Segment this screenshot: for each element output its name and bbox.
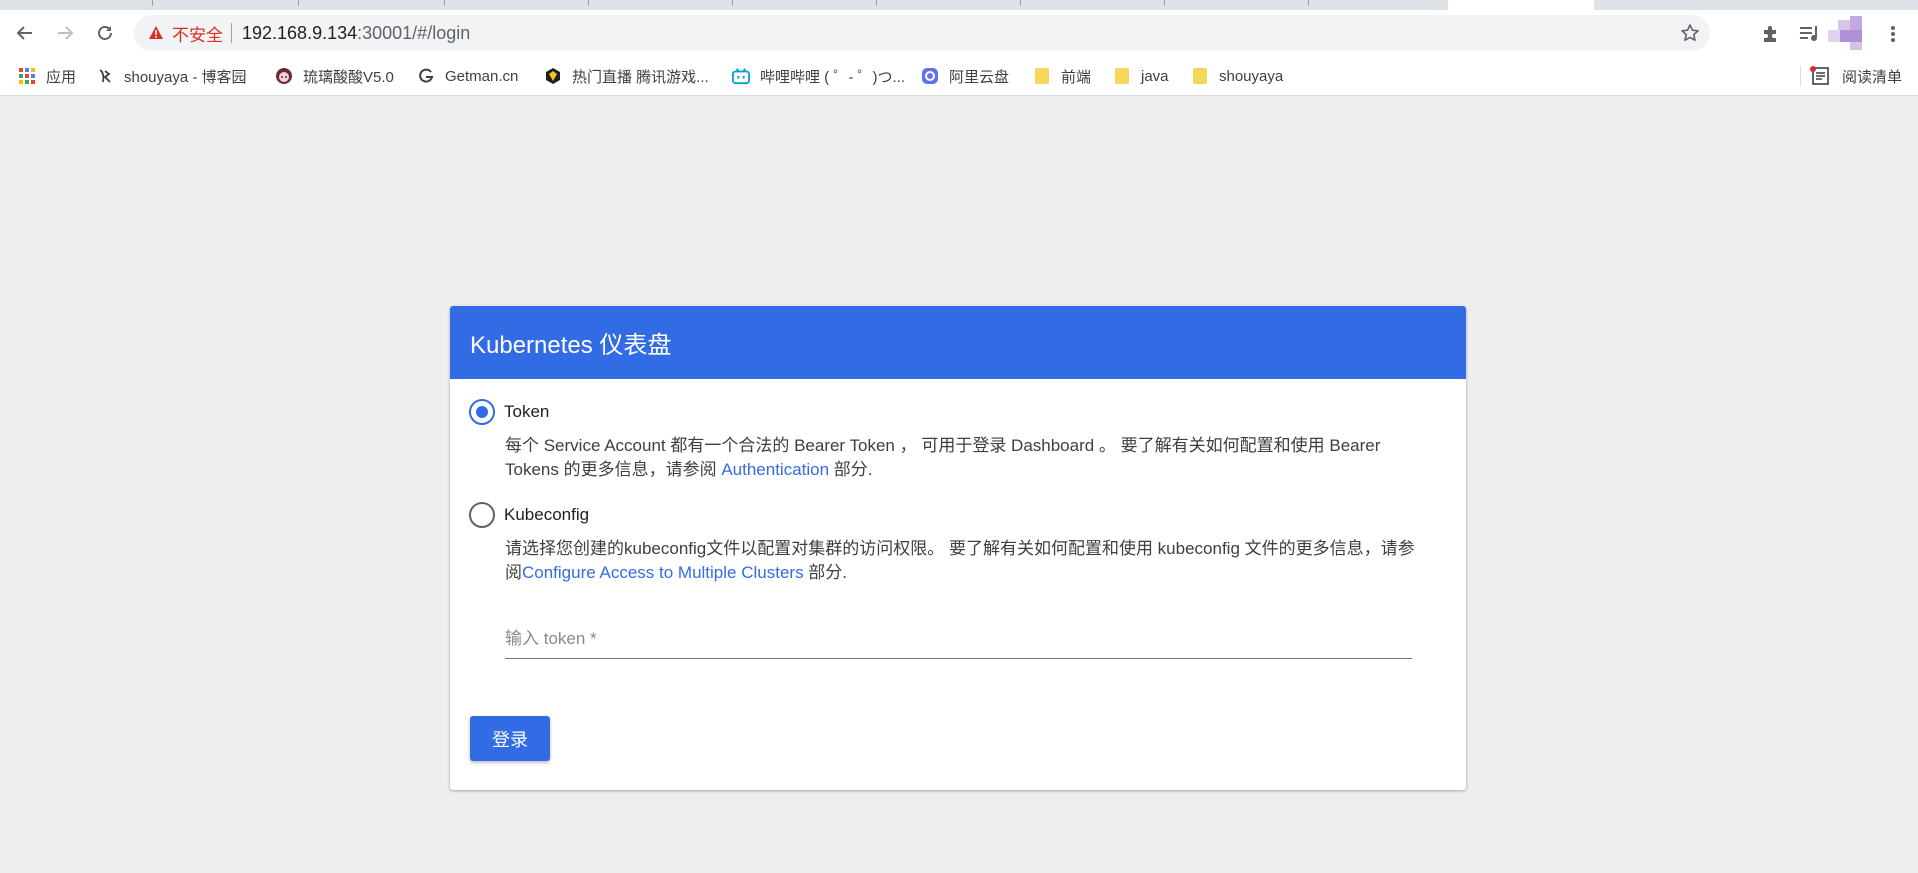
tab-separator xyxy=(876,0,877,6)
bookmark-label: shouyaya - 博客园 xyxy=(124,68,247,86)
bookmark-apps[interactable]: 应用 xyxy=(18,65,76,87)
back-arrow-icon xyxy=(16,26,32,40)
aliyun-drive-icon xyxy=(921,67,939,85)
token-input[interactable] xyxy=(505,621,1412,657)
forward-arrow-icon xyxy=(58,26,74,40)
bookmark-cnblogs[interactable]: shouyaya - 博客园 xyxy=(96,65,247,87)
bookmark-label: 琉璃酸酸V5.0 xyxy=(303,68,394,86)
tab-separator xyxy=(298,0,299,6)
token-description: 每个 Service Account 都有一个合法的 Bearer Token … xyxy=(505,434,1425,482)
tab-separator xyxy=(732,0,733,6)
tab-separator xyxy=(588,0,589,6)
login-card: Kubernetes 仪表盘 Token 每个 Service Account … xyxy=(450,306,1466,790)
reading-list-label: 阅读清单 xyxy=(1842,68,1903,86)
bookmark-getman[interactable]: Getman.cn xyxy=(417,65,518,87)
configure-access-link[interactable]: Configure Access to Multiple Clusters xyxy=(522,563,804,582)
bookmark-label: 阿里云盘 xyxy=(949,68,1010,86)
back-button[interactable] xyxy=(10,18,40,48)
browser-toolbar: 不安全 192.168.9.134:30001/#/login xyxy=(0,10,1918,56)
token-option-label: Token xyxy=(504,402,550,421)
kubeconfig-option-label: Kubeconfig xyxy=(504,505,590,524)
page-title: Kubernetes 仪表盘 xyxy=(470,332,672,359)
tab-separator xyxy=(1164,0,1165,6)
bookmark-bilibili[interactable]: 哔哩哔哩 ( ゜- ゜)つ... xyxy=(732,65,905,87)
bookmark-label: 哔哩哔哩 ( ゜- ゜)つ... xyxy=(760,68,905,86)
bilibili-icon xyxy=(732,67,750,85)
bookmarks-bar: 应用 shouyaya - 博客园 琉璃酸酸V5.0 Getman.cn 热门直… xyxy=(0,56,1918,96)
folder-icon xyxy=(1033,67,1051,85)
kubeconfig-description-suffix: 部分. xyxy=(803,563,848,582)
token-radio[interactable] xyxy=(469,399,495,425)
menu-kebab-icon[interactable] xyxy=(1882,23,1904,45)
address-divider xyxy=(231,23,232,43)
authentication-link[interactable]: Authentication xyxy=(721,460,829,479)
card-header: Kubernetes 仪表盘 xyxy=(450,306,1466,379)
warning-icon xyxy=(148,25,164,41)
reload-icon xyxy=(98,26,112,40)
address-bar[interactable]: 不安全 192.168.9.134:30001/#/login xyxy=(134,15,1710,51)
bookmark-label: java xyxy=(1141,67,1169,85)
tencent-game-icon xyxy=(544,67,562,85)
bookmark-label: 热门直播 腾讯游戏... xyxy=(572,68,709,86)
folder-icon xyxy=(1191,67,1209,85)
media-control-icon[interactable] xyxy=(1799,23,1821,45)
tab-separator xyxy=(1020,0,1021,6)
url-path: :30001/#/login xyxy=(357,22,471,43)
bookmark-tencent-live[interactable]: 热门直播 腾讯游戏... xyxy=(544,65,709,87)
url-host: 192.168.9.134 xyxy=(242,22,358,43)
tab-separator xyxy=(444,0,445,6)
bookmark-label: 前端 xyxy=(1061,68,1092,86)
token-description-text: 每个 Service Account 都有一个合法的 Bearer Token … xyxy=(505,436,1381,479)
token-option[interactable]: Token xyxy=(469,399,549,425)
anime-avatar-icon xyxy=(275,67,293,85)
bookmark-aliyun-drive[interactable]: 阿里云盘 xyxy=(921,65,1009,87)
bookmark-label: 应用 xyxy=(46,68,77,86)
token-field[interactable] xyxy=(505,621,1412,659)
bookmark-liulisuansuan[interactable]: 琉璃酸酸V5.0 xyxy=(275,65,394,87)
bookmark-star-icon[interactable] xyxy=(1680,23,1700,43)
bookmark-folder-java[interactable]: java xyxy=(1113,65,1169,87)
forward-button[interactable] xyxy=(50,18,80,48)
bookmark-folder-frontend[interactable]: 前端 xyxy=(1033,65,1091,87)
bookmark-folder-shouyaya[interactable]: shouyaya xyxy=(1191,65,1283,87)
apps-grid-icon xyxy=(18,67,36,85)
bookmarks-divider xyxy=(1800,66,1801,86)
tab-separator xyxy=(1308,0,1309,6)
g-letter-icon xyxy=(417,67,435,85)
kubeconfig-description: 请选择您创建的kubeconfig文件以配置对集群的访问权限。 要了解有关如何配… xyxy=(505,537,1425,585)
reading-list-button[interactable]: 阅读清单 xyxy=(1810,65,1902,87)
reading-list-icon xyxy=(1810,66,1830,86)
kubeconfig-radio[interactable] xyxy=(469,502,495,528)
security-label[interactable]: 不安全 xyxy=(172,21,223,46)
folder-icon xyxy=(1113,67,1131,85)
kubeconfig-option[interactable]: Kubeconfig xyxy=(469,502,589,528)
reload-button[interactable] xyxy=(90,18,120,48)
token-description-suffix: 部分. xyxy=(829,460,873,479)
active-tab[interactable] xyxy=(1448,0,1594,10)
profile-avatar[interactable] xyxy=(1828,16,1872,50)
bookmark-label: Getman.cn xyxy=(445,67,519,85)
tab-separator xyxy=(152,0,153,6)
bookmark-label: shouyaya xyxy=(1219,67,1284,85)
cnblogs-icon xyxy=(96,67,114,85)
tab-strip xyxy=(0,0,1918,10)
login-button[interactable]: 登录 xyxy=(470,716,550,761)
extensions-icon[interactable] xyxy=(1759,23,1781,45)
